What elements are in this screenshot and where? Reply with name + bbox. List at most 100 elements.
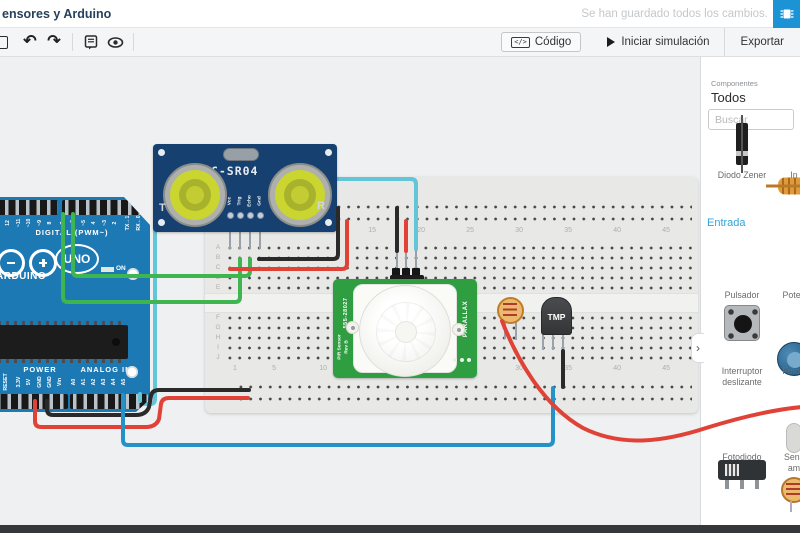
circuit-canvas[interactable]: ABCDEFGHIJ115510101515202025253030353540… [0, 57, 800, 526]
transducer-right-core [291, 186, 309, 204]
digital-pin-label: ~5 [81, 220, 87, 226]
clipboard-icon-partial[interactable] [0, 35, 8, 49]
analog-pin-label: A4 [111, 378, 117, 386]
column-number: 10 [319, 365, 327, 372]
column-number: 35 [564, 227, 572, 234]
notes-button[interactable] [79, 31, 103, 53]
component-item-label: Poten [782, 290, 800, 300]
component-item-fotorresistencia[interactable] [781, 477, 800, 512]
component-item-diodo-zener[interactable] [736, 115, 748, 173]
r-label: R [317, 200, 325, 212]
toolbar-separator [72, 33, 73, 51]
board-hole [325, 149, 332, 156]
pir-motion-sensor[interactable]: 555-28027 PIR Sensor Rev B PARALLAX [333, 279, 477, 378]
visibility-button[interactable] [103, 31, 127, 53]
digital-pin-label: ~10 [26, 218, 32, 228]
code-icon: </> [511, 36, 530, 48]
breadboard-bottom-rails[interactable] [236, 381, 692, 405]
digital-pin-label: 8 [47, 221, 53, 225]
column-number: 40 [613, 227, 621, 234]
digital-pin-label: ~11 [15, 218, 22, 228]
arduino-brand-text: ARDUINO [0, 271, 47, 282]
tmp-leg [552, 333, 554, 350]
column-number: 15 [368, 227, 376, 234]
component-item-pulsador[interactable] [724, 305, 760, 341]
start-simulation-button[interactable]: Iniciar simulación [593, 28, 723, 56]
column-number: 5 [272, 365, 277, 372]
pir-dome-lens [359, 285, 451, 377]
row-letter: J [216, 354, 220, 361]
board-hole [325, 219, 332, 226]
row-letter: F [216, 314, 220, 321]
code-button-label: Código [534, 36, 572, 48]
on-label: ON [116, 265, 126, 272]
analog-pin-label: A1 [81, 378, 87, 386]
component-item-label: In [790, 170, 798, 180]
logo-plus [42, 258, 45, 267]
tmp-temperature-sensor[interactable]: TMP [541, 297, 572, 335]
play-icon [607, 37, 616, 47]
column-number: 45 [662, 227, 670, 234]
hcsr04-pin-label: Vcc [227, 196, 233, 206]
hcsr04-pin-pad [236, 212, 244, 219]
component-item-sensor-ambiente[interactable] [786, 423, 800, 453]
save-status-text: Se han guardado todos los cambios. [581, 8, 768, 20]
column-number: 45 [662, 365, 670, 372]
document-title: ensores y Arduino [2, 7, 112, 21]
power-pin-label: 5V [26, 378, 32, 386]
microcontroller-chip [0, 321, 128, 363]
digital-header-right[interactable] [62, 200, 147, 215]
notes-icon [84, 34, 98, 49]
analog-pin-label: A0 [71, 378, 77, 386]
transducer-left-core [186, 186, 204, 204]
power-pin-label: 3.3V [16, 376, 22, 388]
column-number: 30 [515, 227, 523, 234]
t-label: T [159, 202, 166, 214]
component-item-label: Sens am [783, 452, 800, 473]
digital-pin-label: ~3 [101, 220, 108, 226]
bottom-bar [0, 525, 800, 533]
board-hole [158, 219, 165, 226]
power-pin-label: Vin [57, 378, 63, 386]
component-item-label: Fotorr [782, 366, 800, 376]
hcsr04-pin-pad [246, 212, 254, 219]
column-number: 40 [613, 365, 621, 372]
analog-header[interactable] [70, 394, 148, 409]
hcsr04-pin-label: Trig [237, 196, 243, 206]
component-item-interruptor-deslizante[interactable] [718, 460, 766, 489]
tmp-leg [542, 333, 544, 350]
digital-pin-label: 12 [5, 220, 11, 226]
logo-minus [7, 261, 15, 264]
hcsr04-pin-label: Echo [247, 195, 253, 207]
tmp-leg [562, 333, 564, 350]
pir-pad [460, 358, 464, 362]
toolbar: ↶ ↷ </> Código Iniciar simulación Export… [0, 28, 800, 57]
hcsr04-ultrasonic-sensor[interactable]: HC-SR04 T R Vcc Trig Echo Gnd [153, 144, 337, 232]
hcsr04-pin-pad [226, 212, 234, 219]
hcsr04-pin-label: Gnd [257, 196, 263, 206]
chip-icon [780, 9, 793, 19]
digital-header-left[interactable] [0, 200, 58, 215]
pir-screw [452, 323, 465, 336]
analog-pin-label: A2 [91, 378, 97, 386]
hcsr04-pin-pad [256, 212, 264, 219]
undo-button[interactable]: ↶ [18, 31, 42, 53]
pir-rev: Rev B [344, 340, 350, 354]
analog-pin-label: A5 [121, 378, 127, 386]
digital-pin-label: 4 [91, 221, 97, 225]
redo-button[interactable]: ↷ [42, 31, 66, 53]
export-button[interactable]: Exportar [723, 28, 800, 56]
eye-icon [107, 36, 123, 48]
row-letter: B [215, 254, 221, 261]
panel-collapse-button[interactable]: › [691, 333, 704, 363]
row-letter: A [215, 244, 221, 251]
code-button[interactable]: </> Código [501, 32, 582, 52]
column-number: 25 [466, 227, 474, 234]
digital-pin-label: 2 [112, 221, 118, 225]
circuits-brand-button[interactable] [773, 0, 800, 28]
pir-screw [346, 321, 359, 334]
row-letter: E [215, 284, 221, 291]
components-panel: Componentes Todos Entrada Diodo ZenerInP… [700, 57, 800, 526]
analog-pin-label: A3 [101, 378, 107, 386]
digital-pin-label: ~9 [36, 220, 43, 226]
